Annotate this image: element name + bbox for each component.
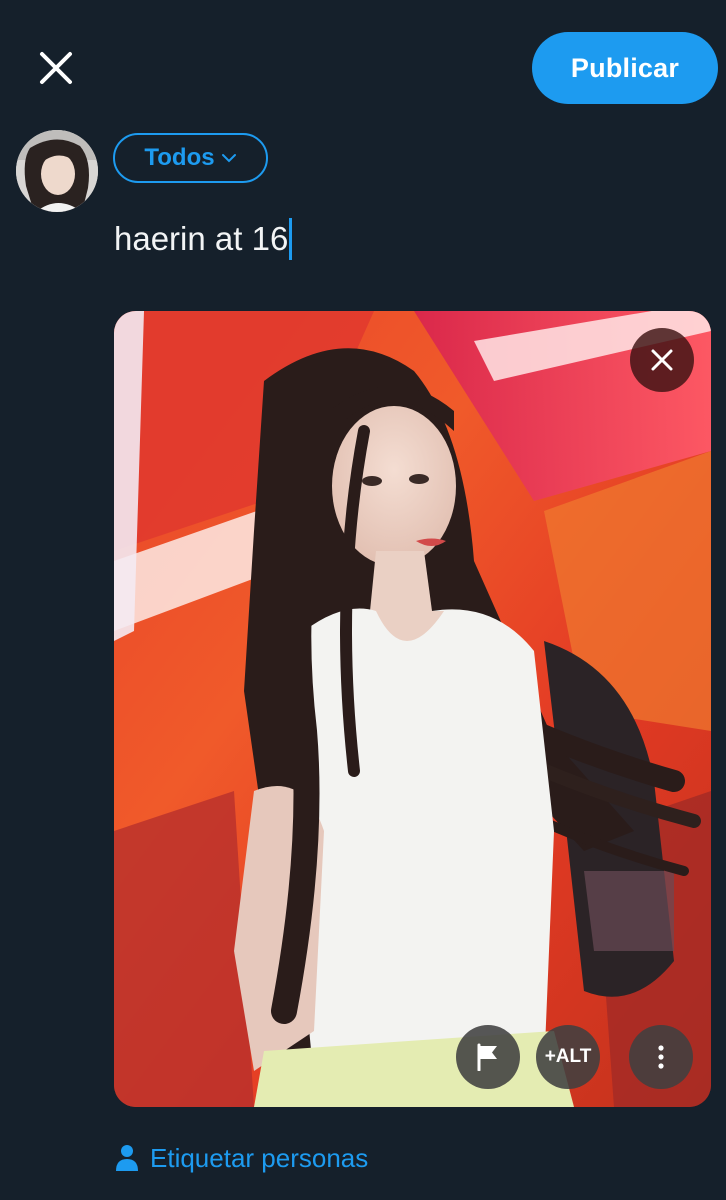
flag-icon (477, 1043, 497, 1071)
chevron-down-icon (221, 154, 236, 163)
content-warning-button[interactable] (456, 1025, 520, 1089)
more-options-button[interactable] (629, 1025, 693, 1089)
add-alt-text-button[interactable]: +ALT (536, 1025, 600, 1089)
avatar-image (16, 130, 98, 212)
compose-text-area[interactable]: haerin at 16 (114, 218, 293, 260)
media-attachment[interactable]: +ALT (114, 311, 711, 1107)
remove-media-button[interactable] (630, 328, 694, 392)
attached-photo (114, 311, 711, 1107)
publish-button[interactable]: Publicar (532, 32, 718, 104)
compose-text: haerin at 16 (114, 220, 289, 257)
audience-selector[interactable]: Todos (113, 133, 268, 183)
text-caret (289, 218, 293, 260)
tag-people-button[interactable]: Etiquetar personas (114, 1138, 368, 1178)
alt-label: +ALT (544, 1046, 592, 1067)
tag-people-label: Etiquetar personas (150, 1142, 369, 1173)
more-vertical-icon (658, 1045, 664, 1069)
audience-label: Todos (144, 144, 215, 171)
close-composer-button[interactable] (22, 34, 90, 102)
close-icon (40, 52, 72, 84)
close-icon (651, 349, 673, 371)
person-icon (116, 1145, 138, 1171)
avatar[interactable] (16, 130, 98, 212)
